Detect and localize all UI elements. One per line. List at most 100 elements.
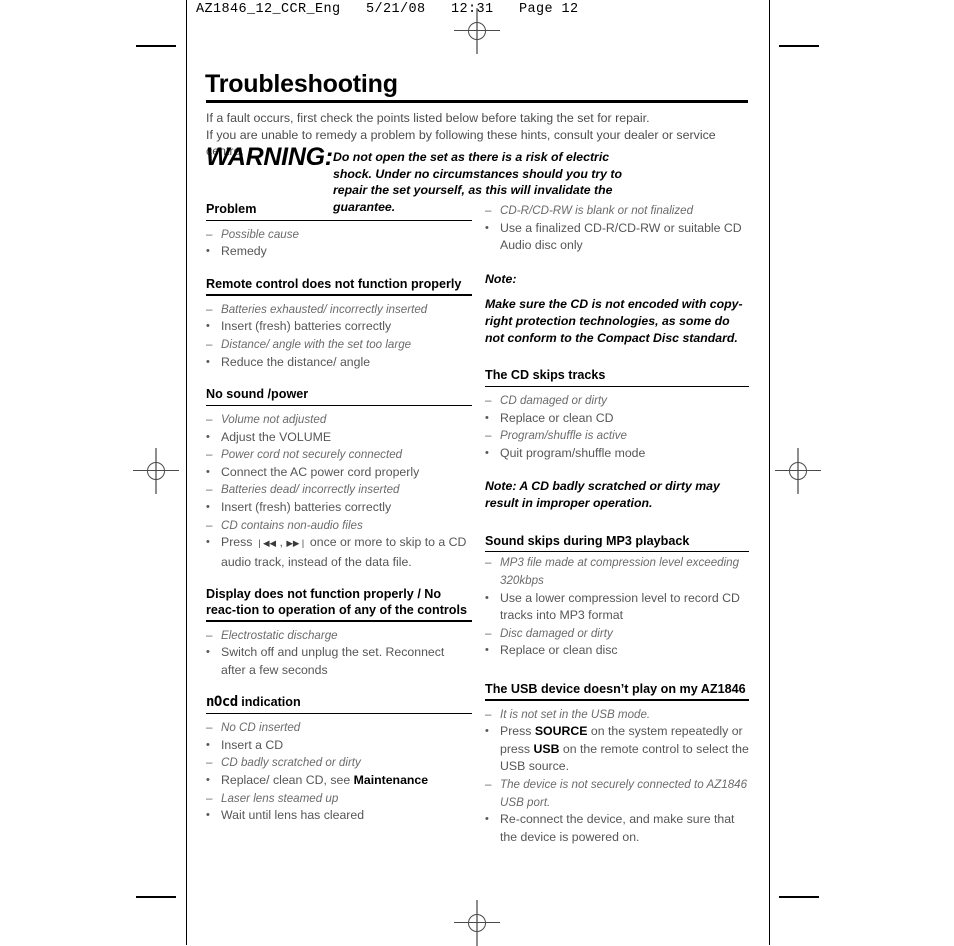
item-text: Quit program/shuffle mode bbox=[500, 445, 646, 460]
cause-item: – CD contains non-audio files bbox=[206, 517, 472, 535]
bullet-marker: • bbox=[485, 813, 489, 826]
item-text: Insert a CD bbox=[221, 737, 284, 752]
remedy-item: • Insert a CD bbox=[206, 737, 472, 755]
dash-marker: – bbox=[485, 778, 492, 792]
transport-control-icon: ❘◀◀ bbox=[255, 539, 277, 550]
item-text: MP3 file made at compression level excee… bbox=[500, 556, 740, 587]
remedy-item: • Remedy bbox=[206, 243, 472, 261]
cause-item: – It is not set in the USB mode. bbox=[485, 706, 749, 724]
cause-item: – MP3 file made at compression level exce… bbox=[485, 554, 749, 589]
remedy-item: • Press SOURCE on the system repeatedly o… bbox=[485, 723, 749, 776]
print-header-line: AZ1846_12_CCR_Eng 5/21/08 12:31 Page 12 bbox=[196, 2, 579, 17]
item-text: Disc damaged or dirty bbox=[500, 626, 613, 640]
remedy-item: • Insert (fresh) batteries correctly bbox=[206, 499, 472, 517]
item-text: Use a lower compression level to record … bbox=[500, 590, 740, 623]
cause-item: – Batteries exhausted/ incorrectly insert… bbox=[206, 301, 472, 319]
dash-marker: – bbox=[206, 628, 213, 642]
dash-marker: – bbox=[206, 412, 213, 426]
bullet-marker: • bbox=[206, 646, 210, 659]
registration-mark-left bbox=[133, 448, 179, 494]
bullet-marker: • bbox=[206, 738, 210, 751]
remedy-item: • Insert (fresh) batteries correctly bbox=[206, 318, 472, 336]
cause-item: – Power cord not securely connected bbox=[206, 446, 472, 464]
item-text: Wait until lens has cleared bbox=[221, 808, 365, 823]
remedy-item: • Quit program/shuffle mode bbox=[485, 445, 749, 463]
section-heading: Sound skips during MP3 playback bbox=[485, 534, 749, 553]
dash-marker: – bbox=[485, 429, 492, 443]
section-heading: The USB device doesn’t play on my AZ1846 bbox=[485, 682, 749, 701]
page-border-right bbox=[769, 0, 770, 945]
item-text: Adjust the VOLUME bbox=[221, 429, 332, 444]
section-heading: The CD skips tracks bbox=[485, 368, 749, 387]
item-text: Laser lens steamed up bbox=[221, 791, 339, 805]
dash-marker: – bbox=[485, 626, 492, 640]
crop-mark-top-right bbox=[779, 45, 819, 47]
crop-mark-bottom-left bbox=[136, 896, 176, 898]
emphasis-text: USB bbox=[533, 741, 560, 756]
section-note: Note: A CD badly scratched or dirty may … bbox=[485, 479, 720, 510]
item-text: No CD inserted bbox=[221, 721, 301, 735]
cause-item: – Distance/ angle with the set too large bbox=[206, 336, 472, 354]
section-heading-text: The USB device doesn’t play on my AZ1846 bbox=[485, 681, 746, 696]
note-label: Note: bbox=[485, 271, 517, 286]
section-heading: Display does not function properly / No … bbox=[206, 587, 472, 622]
section-heading-text: Problem bbox=[206, 202, 257, 216]
cause-item: – CD badly scratched or dirty bbox=[206, 754, 472, 772]
bullet-marker: • bbox=[485, 411, 489, 424]
cause-item: – Electrostatic discharge bbox=[206, 627, 472, 645]
item-text: CD-R/CD-RW is blank or not finalized bbox=[500, 204, 694, 217]
remedy-item: • Adjust the VOLUME bbox=[206, 429, 472, 447]
dash-marker: – bbox=[485, 393, 492, 407]
dash-marker: – bbox=[206, 337, 213, 351]
dash-marker: – bbox=[485, 556, 492, 570]
remedy-item: • Switch off and unplug the set. Reconnec… bbox=[206, 644, 472, 679]
cause-item: – CD damaged or dirty bbox=[485, 392, 749, 410]
section-heading: No sound /power bbox=[206, 387, 472, 406]
item-text: Batteries dead/ incorrectly inserted bbox=[221, 483, 400, 497]
warning-label: WARNING: bbox=[206, 143, 333, 171]
crop-mark-top-left bbox=[136, 45, 176, 47]
registration-mark-bottom bbox=[454, 900, 500, 946]
bullet-marker: • bbox=[485, 446, 489, 459]
remedy-item: • Replace/ clean CD, see Maintenance bbox=[206, 772, 472, 790]
item-text: Volume not adjusted bbox=[221, 412, 327, 426]
bullet-marker: • bbox=[206, 430, 210, 443]
item-text: CD contains non-audio files bbox=[221, 518, 363, 532]
troubleshooting-section: Problem – Possible cause • Remedy bbox=[206, 202, 472, 261]
dash-marker: – bbox=[485, 707, 492, 721]
cause-item: – No CD inserted bbox=[206, 719, 472, 737]
bullet-marker: • bbox=[206, 773, 210, 786]
item-text: Replace/ clean CD, see Maintenance bbox=[221, 772, 429, 787]
item-text: Remedy bbox=[221, 244, 267, 259]
dash-marker: – bbox=[206, 227, 213, 241]
remedy-item: • Connect the AC power cord properly bbox=[206, 464, 472, 482]
remedy-item: • Use a lower compression level to record… bbox=[485, 590, 749, 625]
cause-item: – Program/shuffle is active bbox=[485, 427, 749, 445]
item-text: Use a finalized CD-R/CD-RW or suitable C… bbox=[500, 220, 742, 253]
section-heading: Remote control does not function properl… bbox=[206, 277, 472, 296]
dash-marker: – bbox=[206, 302, 213, 316]
troubleshooting-section: The CD skips tracks – CD damaged or dirty •… bbox=[485, 368, 749, 511]
remedy-item: • Re-connect the device, and make sure th… bbox=[485, 811, 749, 846]
troubleshooting-section: Remote control does not function properl… bbox=[206, 277, 472, 371]
item-text: Insert (fresh) batteries correctly bbox=[221, 319, 392, 334]
bullet-marker: • bbox=[485, 591, 489, 604]
right-column: – CD-R/CD-RW is blank or not finalized • Us… bbox=[485, 202, 749, 846]
item-text: Electrostatic discharge bbox=[221, 628, 338, 642]
dash-marker: – bbox=[206, 483, 213, 497]
item-text: Press ❘◀◀ , ▶▶❘ once or more to skip to … bbox=[221, 535, 467, 569]
item-text: CD damaged or dirty bbox=[500, 393, 607, 407]
remedy-item: • Use a finalized CD-R/CD-RW or suitable … bbox=[485, 220, 749, 255]
page-title: Troubleshooting bbox=[205, 70, 398, 98]
registration-mark-right bbox=[775, 448, 821, 494]
bullet-marker: • bbox=[206, 465, 210, 478]
emphasis-text: Maintenance bbox=[353, 772, 429, 787]
cause-item: – Disc damaged or dirty bbox=[485, 625, 749, 643]
troubleshooting-section: Sound skips during MP3 playback – MP3 file… bbox=[485, 534, 749, 660]
item-text: Distance/ angle with the set too large bbox=[221, 337, 412, 351]
cause-item: – CD-R/CD-RW is blank or not finalized bbox=[485, 202, 749, 220]
